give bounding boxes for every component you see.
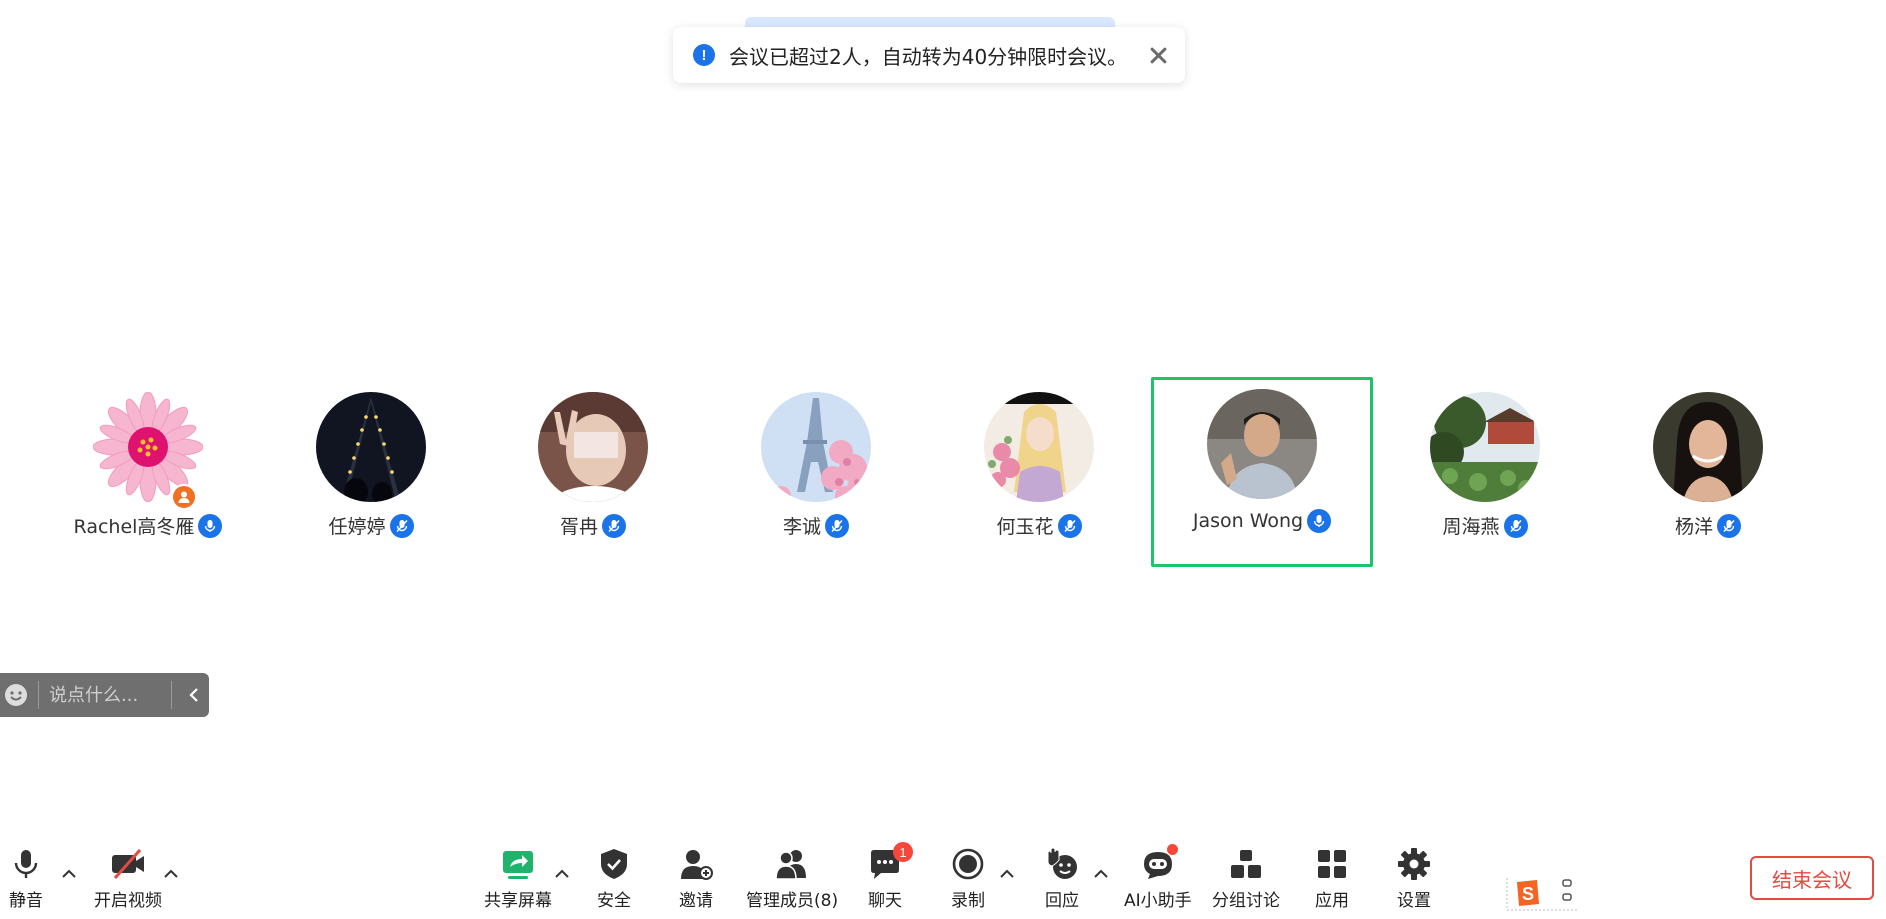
unread-badge: 1 (893, 842, 913, 862)
reactions-button[interactable]: 回应 (1044, 846, 1080, 911)
microphone-icon (1307, 509, 1332, 533)
participant-name: 周海燕 (1442, 516, 1500, 538)
participant-tile[interactable]: 杨洋 (1597, 380, 1819, 565)
ai-assistant-label: AI小助手 (1124, 891, 1192, 911)
breakout-rooms-label: 分组讨论 (1212, 891, 1280, 911)
microphone-icon (198, 513, 223, 538)
divider (38, 681, 39, 709)
chat-input[interactable] (49, 684, 159, 706)
garden-pavilion-avatar (1430, 392, 1540, 502)
close-icon[interactable] (1147, 44, 1169, 66)
add-user-icon (681, 850, 713, 880)
chevron-up-icon[interactable] (60, 868, 78, 880)
chevron-up-icon[interactable] (162, 868, 180, 880)
chevron-up-icon[interactable] (1092, 868, 1110, 880)
man-portrait-avatar (1207, 389, 1317, 499)
participant-tile[interactable]: 何玉花 (928, 380, 1150, 565)
participant-name: 杨洋 (1674, 516, 1713, 538)
notification-dot (1166, 844, 1178, 855)
gear-icon (1398, 848, 1430, 880)
participant-name: 胥冉 (559, 516, 598, 538)
person-peace-sign-avatar (538, 392, 648, 502)
participant-tile[interactable]: 李诚 (705, 380, 927, 565)
manage-members-button[interactable]: 管理成员(8) (746, 846, 838, 911)
invite-label: 邀请 (679, 891, 713, 911)
video-off-icon (112, 849, 144, 879)
share-screen-button[interactable]: 共享屏幕 (484, 846, 552, 911)
microphone-icon (14, 850, 38, 878)
participant-tile-active-speaker[interactable]: Jason Wong (1151, 377, 1373, 567)
participant-name: Jason Wong (1192, 510, 1304, 532)
record-label: 录制 (951, 891, 985, 911)
microphone-muted-icon (825, 513, 849, 538)
participant-gallery: Rachel高冬雁 任婷婷 胥冉 李诚 何玉花 Jason Wong 周海燕 杨… (0, 377, 1886, 570)
mute-button[interactable]: 静音 (8, 846, 44, 911)
participant-name: 何玉花 (996, 516, 1054, 538)
chevron-left-icon[interactable] (184, 685, 204, 705)
quick-chat-bar (0, 673, 209, 717)
participant-name: 任婷婷 (328, 516, 386, 538)
time-limit-notification: ! 会议已超过2人，自动转为40分钟限时会议。 (673, 27, 1185, 83)
breakout-rooms-button[interactable]: 分组讨论 (1212, 846, 1280, 911)
participant-name: 李诚 (782, 516, 821, 538)
microphone-muted-icon (1057, 513, 1082, 538)
settings-label: 设置 (1397, 891, 1431, 911)
reactions-label: 回应 (1045, 891, 1079, 911)
share-screen-icon (503, 851, 533, 879)
night-lights-avatar (316, 392, 426, 502)
end-meeting-button[interactable]: 结束会议 (1750, 856, 1874, 900)
start-video-label: 开启视频 (94, 891, 162, 911)
microphone-muted-icon (1503, 513, 1528, 538)
apps-grid-icon (1318, 850, 1346, 878)
chevron-up-icon[interactable] (998, 868, 1016, 880)
eiffel-tower-avatar (761, 392, 871, 502)
info-icon: ! (693, 44, 715, 66)
shield-icon (601, 849, 627, 879)
participant-tile[interactable]: Rachel高冬雁 (37, 380, 259, 565)
record-button[interactable]: 录制 (950, 846, 986, 911)
security-label: 安全 (597, 891, 631, 911)
apps-button[interactable]: 应用 (1314, 846, 1350, 911)
svg-text:S: S (1522, 884, 1534, 904)
chat-button[interactable]: 1 聊天 (867, 842, 913, 911)
members-icon (775, 850, 807, 880)
microphone-muted-icon (389, 513, 414, 538)
ai-assistant-button[interactable]: AI小助手 (1124, 844, 1192, 911)
participant-name: Rachel高冬雁 (73, 516, 195, 538)
emoji-icon[interactable] (4, 683, 28, 707)
share-screen-label: 共享屏幕 (484, 891, 552, 911)
microphone-muted-icon (602, 513, 626, 538)
host-icon (171, 484, 197, 510)
invite-button[interactable]: 邀请 (678, 846, 714, 911)
divider (171, 681, 172, 709)
start-video-button[interactable]: 开启视频 (94, 846, 162, 911)
participant-tile[interactable]: 任婷婷 (260, 380, 482, 565)
apps-label: 应用 (1315, 891, 1349, 911)
input-method-icon[interactable]: S (1503, 876, 1583, 912)
participant-tile[interactable]: 胥冉 (482, 380, 704, 565)
woman-portrait-avatar (1653, 392, 1763, 502)
manage-members-label: 管理成员(8) (746, 891, 839, 911)
record-icon (952, 848, 984, 880)
chevron-up-icon[interactable] (553, 868, 571, 880)
mute-label: 静音 (9, 891, 43, 911)
chat-label: 聊天 (868, 891, 902, 911)
microphone-muted-icon (1717, 513, 1741, 538)
settings-button[interactable]: 设置 (1396, 846, 1432, 911)
security-button[interactable]: 安全 (596, 846, 632, 911)
illustrated-girl-avatar (984, 392, 1094, 502)
reaction-icon (1047, 847, 1077, 879)
breakout-icon (1231, 850, 1261, 878)
participant-tile[interactable]: 周海燕 (1374, 380, 1596, 565)
notification-text: 会议已超过2人，自动转为40分钟限时会议。 (729, 44, 1128, 69)
